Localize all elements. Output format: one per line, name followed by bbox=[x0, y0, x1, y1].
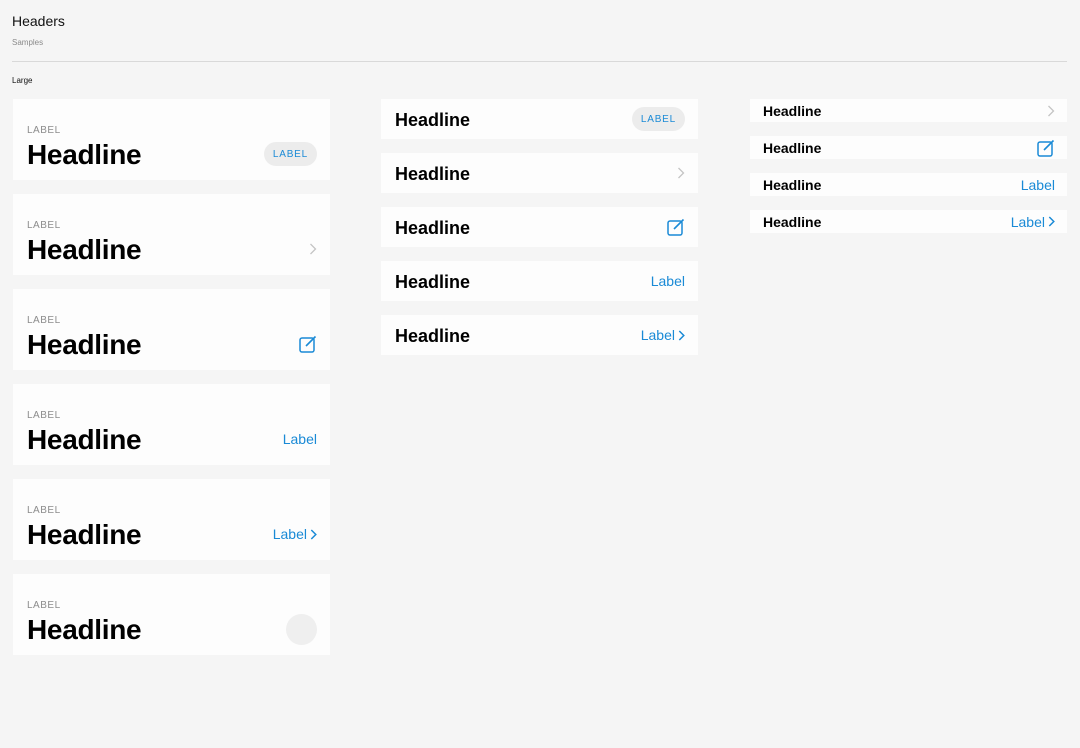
page-title: Headers bbox=[12, 13, 65, 29]
chevron-right-icon[interactable] bbox=[1047, 105, 1055, 117]
chevron-right-icon bbox=[678, 329, 685, 341]
eyebrow-label: LABEL bbox=[27, 600, 61, 611]
link-text: Label bbox=[272, 526, 307, 542]
accessory bbox=[677, 153, 685, 193]
medium-header-card: Headline bbox=[381, 153, 698, 193]
small-header-card: Headline bbox=[750, 99, 1067, 122]
accessory bbox=[299, 331, 317, 357]
headline: Headline bbox=[763, 177, 822, 193]
compose-icon[interactable] bbox=[1037, 139, 1055, 157]
accessory: Label bbox=[1011, 210, 1055, 233]
accessory bbox=[286, 614, 317, 645]
compose-icon[interactable] bbox=[299, 335, 317, 353]
small-header-card: Headline bbox=[750, 136, 1067, 159]
large-headers-column: LABEL Headline LABEL LABEL Headline LABE… bbox=[13, 99, 330, 669]
medium-header-card: Headline Label bbox=[381, 315, 698, 355]
section-label: Large bbox=[12, 76, 33, 85]
medium-header-card: Headline Label bbox=[381, 261, 698, 301]
large-header-card: LABEL Headline Label bbox=[13, 479, 330, 560]
accessory: Label bbox=[283, 426, 317, 452]
headline: Headline bbox=[763, 140, 822, 156]
accessory: Label bbox=[273, 521, 317, 547]
label-pill[interactable]: LABEL bbox=[263, 142, 317, 166]
headline: Headline bbox=[395, 272, 471, 292]
eyebrow-label: LABEL bbox=[27, 220, 61, 231]
chevron-right-icon[interactable] bbox=[677, 167, 685, 179]
link-text: Label bbox=[640, 327, 675, 343]
accessory: Label bbox=[1021, 173, 1055, 196]
chevron-right-icon bbox=[310, 528, 317, 540]
label-link[interactable]: Label bbox=[1021, 177, 1055, 193]
eyebrow-label: LABEL bbox=[27, 125, 61, 136]
accessory bbox=[1037, 136, 1055, 159]
accessory: Label bbox=[641, 315, 685, 355]
header-divider bbox=[12, 61, 1067, 62]
label-link[interactable]: Label bbox=[651, 273, 685, 289]
label-pill[interactable]: LABEL bbox=[631, 107, 685, 131]
large-header-card: LABEL Headline bbox=[13, 289, 330, 370]
accessory: LABEL bbox=[263, 141, 317, 167]
compose-icon[interactable] bbox=[667, 218, 685, 236]
label-link-with-chevron[interactable]: Label bbox=[1011, 214, 1055, 230]
medium-header-card: Headline LABEL bbox=[381, 99, 698, 139]
small-header-card: Headline Label bbox=[750, 210, 1067, 233]
large-header-card: LABEL Headline LABEL bbox=[13, 99, 330, 180]
large-header-card: LABEL Headline Label bbox=[13, 384, 330, 465]
page-subtitle: Samples bbox=[12, 38, 44, 47]
small-header-card: Headline Label bbox=[750, 173, 1067, 196]
large-header-card: LABEL Headline bbox=[13, 194, 330, 275]
headline: Headline bbox=[763, 214, 822, 230]
label-link-with-chevron[interactable]: Label bbox=[641, 327, 685, 343]
label-link-with-chevron[interactable]: Label bbox=[273, 526, 317, 542]
headline: Headline bbox=[763, 103, 822, 119]
accessory bbox=[667, 207, 685, 247]
headline: Headline bbox=[395, 218, 471, 238]
label-link[interactable]: Label bbox=[283, 431, 317, 447]
headline: Headline bbox=[27, 234, 142, 265]
accessory bbox=[309, 236, 317, 262]
headline: Headline bbox=[27, 139, 142, 170]
link-text: Label bbox=[1010, 213, 1045, 230]
large-header-card: LABEL Headline bbox=[13, 574, 330, 655]
accessory bbox=[1047, 99, 1055, 122]
chevron-right-icon bbox=[1048, 216, 1055, 227]
headline: Headline bbox=[395, 110, 471, 130]
eyebrow-label: LABEL bbox=[27, 410, 61, 421]
headline: Headline bbox=[27, 519, 142, 550]
chevron-right-icon[interactable] bbox=[309, 243, 317, 255]
small-headers-column: Headline Headline Headline Label Headlin… bbox=[750, 99, 1067, 247]
eyebrow-label: LABEL bbox=[27, 505, 61, 516]
eyebrow-label: LABEL bbox=[27, 315, 61, 326]
medium-headers-column: Headline LABEL Headline Headline Headlin… bbox=[381, 99, 698, 369]
medium-header-card: Headline bbox=[381, 207, 698, 247]
avatar-placeholder[interactable] bbox=[286, 614, 317, 645]
headline: Headline bbox=[395, 326, 471, 346]
headline: Headline bbox=[27, 329, 142, 360]
headline: Headline bbox=[395, 164, 471, 184]
headline: Headline bbox=[27, 614, 142, 645]
accessory: Label bbox=[651, 261, 685, 301]
headline: Headline bbox=[27, 424, 142, 455]
accessory: LABEL bbox=[631, 99, 685, 139]
